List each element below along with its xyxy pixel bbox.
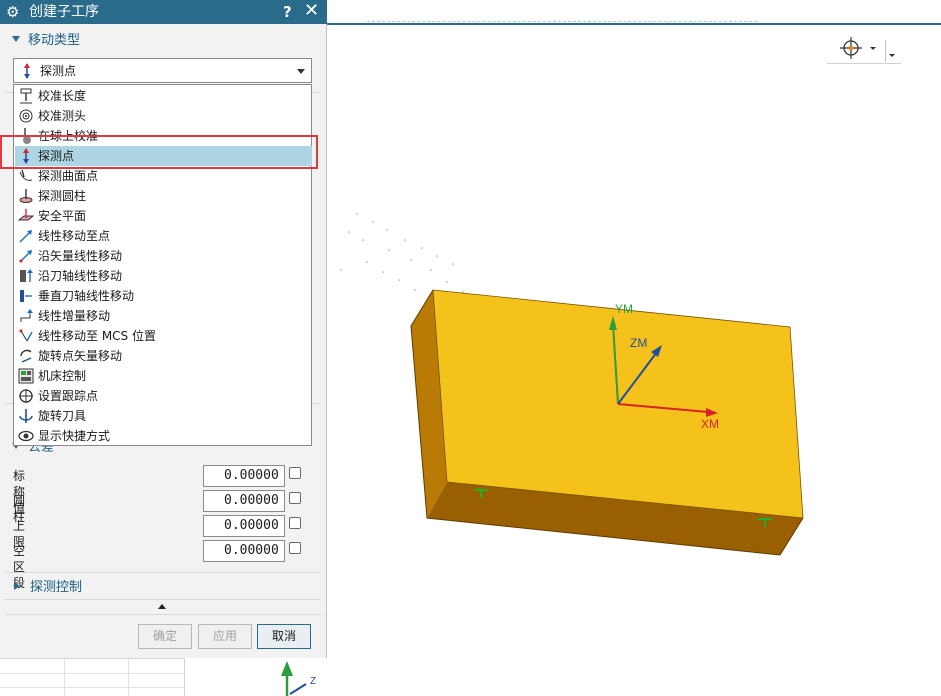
orientation-triad: Z	[281, 661, 316, 696]
scene-canvas[interactable]: YM ZM XM	[327, 0, 941, 696]
z-axis-label: ZM	[630, 336, 647, 350]
dialog-title: 创建子工序	[29, 4, 99, 20]
dropdown-item[interactable]: 沿矢量线性移动	[15, 246, 312, 266]
dropdown-item[interactable]: 线性移动至 MCS 位置	[15, 326, 312, 346]
graphics-viewport[interactable]: YM ZM XM	[327, 0, 941, 696]
annotation-highlight-box	[0, 135, 318, 169]
create-suboperation-dialog: ⚙ 创建子工序 ? ✕ 移动类型 探测点 公差 标称值 0.00000 圆柱 0.00…	[0, 0, 327, 658]
snap-point-toolbar[interactable]	[827, 36, 901, 64]
tolerance-value-input[interactable]: 0.00000	[203, 515, 285, 537]
dropdown-item[interactable]: 显示快捷方式	[15, 426, 312, 446]
dropdown-item[interactable]: 线性增量移动	[15, 306, 312, 326]
dialog-title-bar: ⚙ 创建子工序 ? ✕	[0, 0, 327, 24]
snap-point-icon[interactable]	[827, 36, 901, 64]
ok-button[interactable]: 确定	[138, 624, 192, 649]
calibrate-probe-icon	[19, 109, 33, 123]
linear-move-to-point-icon	[19, 230, 32, 243]
dropdown-item-label: 显示快捷方式	[38, 429, 111, 443]
dropdown-item[interactable]: 机床控制	[15, 366, 312, 386]
dropdown-item-label: 线性移动至 MCS 位置	[38, 329, 156, 343]
machine-control-icon	[18, 368, 34, 384]
collapse-triangle-icon	[12, 36, 20, 42]
expand-triangle-icon	[14, 582, 20, 590]
dropdown-item-label: 探测曲面点	[38, 169, 99, 183]
chevron-down-icon[interactable]	[297, 69, 305, 74]
mini-z-label: Z	[310, 676, 316, 687]
linear-move-to-mcs-icon	[19, 329, 33, 342]
tolerance-checkbox[interactable]	[289, 492, 301, 504]
dropdown-item-label: 探测圆柱	[38, 189, 87, 203]
probe-surface-point-icon	[19, 169, 33, 181]
dropdown-item-label: 校准测头	[38, 109, 87, 123]
dropdown-item-label: 校准长度	[38, 89, 87, 103]
motion-type-section-label: 移动类型	[28, 33, 81, 48]
close-button[interactable]: ✕	[304, 1, 319, 21]
tolerance-value-input[interactable]: 0.00000	[203, 465, 285, 487]
safe-plane-icon	[18, 209, 34, 221]
dropdown-item[interactable]: 校准长度	[15, 86, 312, 106]
motion-type-section-header[interactable]: 移动类型	[12, 31, 80, 51]
x-axis-label: XM	[701, 417, 719, 431]
dropdown-item-label: 线性增量移动	[38, 309, 111, 323]
more-options-arrow-icon[interactable]	[158, 604, 166, 609]
dropdown-item-label: 垂直刀轴线性移动	[38, 289, 135, 303]
show-shortcuts-icon	[18, 430, 34, 442]
rotate-point-vector-icon	[20, 349, 32, 363]
y-axis-label: YM	[615, 302, 633, 316]
dropdown-item-label: 安全平面	[38, 209, 87, 223]
dropdown-item[interactable]: 沿刀轴线性移动	[15, 266, 312, 286]
motion-type-select[interactable]: 探测点	[13, 58, 312, 83]
dropdown-item-label: 旋转点矢量移动	[38, 349, 123, 363]
linear-incremental-move-icon	[20, 309, 33, 322]
tolerance-checkbox[interactable]	[289, 542, 301, 554]
linear-move-along-vector-icon	[19, 250, 32, 263]
apply-button[interactable]: 应用	[198, 624, 252, 649]
dropdown-item[interactable]: 旋转点矢量移动	[15, 346, 312, 366]
help-button[interactable]: ?	[283, 2, 292, 22]
probe-point-icon	[24, 63, 30, 79]
calibrate-length-icon	[20, 88, 32, 104]
probe-control-section-label: 探测控制	[30, 580, 83, 595]
tolerance-checkbox[interactable]	[289, 517, 301, 529]
dropdown-item[interactable]: 安全平面	[15, 206, 312, 226]
pane-separator	[184, 658, 185, 696]
dropdown-item-label: 设置跟踪点	[38, 389, 99, 403]
tolerance-checkbox[interactable]	[289, 467, 301, 479]
gear-icon: ⚙	[6, 3, 20, 21]
motion-type-value: 探测点	[40, 64, 77, 78]
cancel-button[interactable]: 取消	[257, 624, 311, 649]
dropdown-item[interactable]: 垂直刀轴线性移动	[15, 286, 312, 306]
dropdown-item-label: 线性移动至点	[38, 229, 111, 243]
tolerance-value-input[interactable]: 0.00000	[203, 540, 285, 562]
dropdown-item[interactable]: 设置跟踪点	[15, 386, 312, 406]
dropdown-item-label: 旋转刀具	[38, 409, 87, 423]
dropdown-item[interactable]: 校准测头	[15, 106, 312, 126]
dropdown-item[interactable]: 线性移动至点	[15, 226, 312, 246]
dropdown-item[interactable]: 旋转刀具	[15, 406, 312, 426]
dropdown-item-label: 机床控制	[38, 369, 87, 383]
dropdown-item-label: 沿矢量线性移动	[38, 249, 123, 263]
dropdown-item[interactable]: 探测圆柱	[15, 186, 312, 206]
probe-cylinder-icon	[19, 189, 33, 203]
dropdown-item[interactable]: 探测曲面点	[15, 166, 312, 186]
spreadsheet-area	[0, 658, 185, 696]
dropdown-item-label: 沿刀轴线性移动	[38, 269, 123, 283]
tolerance-value-input[interactable]: 0.00000	[203, 490, 285, 512]
trace-dots	[340, 213, 478, 303]
rotate-tool-icon	[19, 409, 33, 423]
toolbar-separator	[885, 40, 886, 62]
tracking-point-icon	[19, 389, 33, 403]
probe-control-section-header[interactable]: 探测控制	[12, 578, 82, 598]
linear-move-perpendicular-icon	[20, 290, 32, 302]
linear-move-along-tool-axis-icon	[20, 269, 33, 282]
